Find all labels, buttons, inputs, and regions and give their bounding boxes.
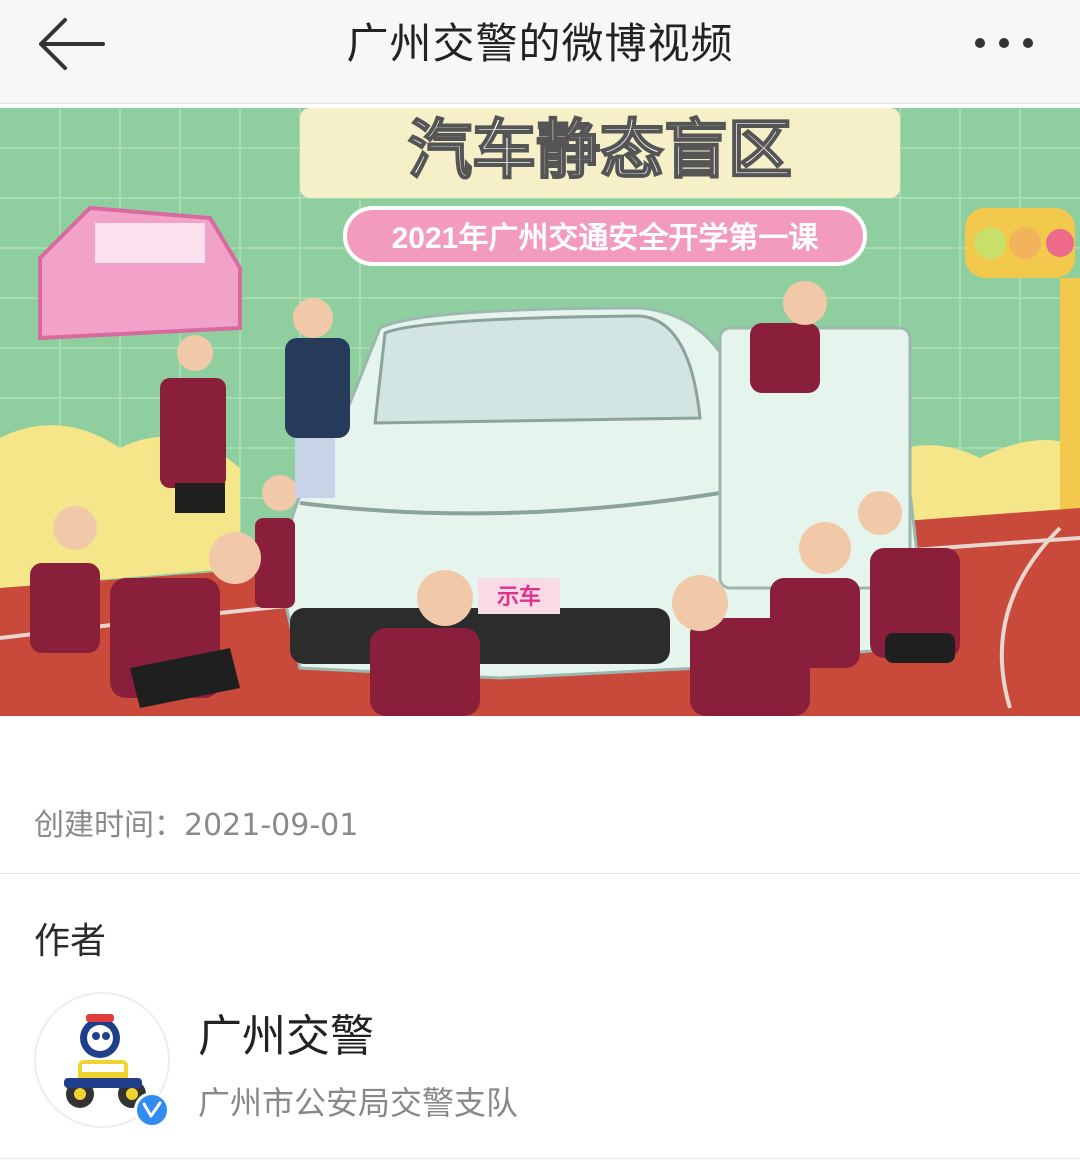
verified-badge-icon: [142, 1101, 162, 1118]
author-name[interactable]: 广州交警: [198, 1000, 374, 1064]
video-frame-image: 汽车静态盲区 2021年广州交通安全开学第一课 示车: [0, 108, 1080, 716]
author-description: 广州市公安局交警支队: [198, 1084, 519, 1122]
more-button[interactable]: [964, 18, 1044, 68]
author-card[interactable]: 广州交警 广州市公安局交警支队: [0, 988, 1080, 1138]
banner-title: 汽车静态盲区: [408, 114, 792, 186]
video-player[interactable]: 汽车静态盲区 2021年广州交通安全开学第一课 示车: [0, 108, 1080, 716]
back-button[interactable]: [30, 14, 110, 74]
created-date-row: 创建时间：2021-09-01: [0, 770, 1080, 874]
divider: [0, 1158, 1080, 1159]
verified-badge: [134, 1092, 170, 1128]
created-date: 创建时间：2021-09-01: [34, 808, 359, 843]
banner-subtitle: 2021年广州交通安全开学第一课: [392, 221, 820, 255]
page-title: 广州交警的微博视频: [346, 19, 734, 68]
more-dots-icon: [975, 38, 1033, 48]
arrow-left-icon: [39, 18, 105, 70]
plate-text: 示车: [497, 584, 541, 609]
top-nav-bar: 广州交警的微博视频: [0, 0, 1080, 104]
author-section-title: 作者: [34, 921, 107, 962]
